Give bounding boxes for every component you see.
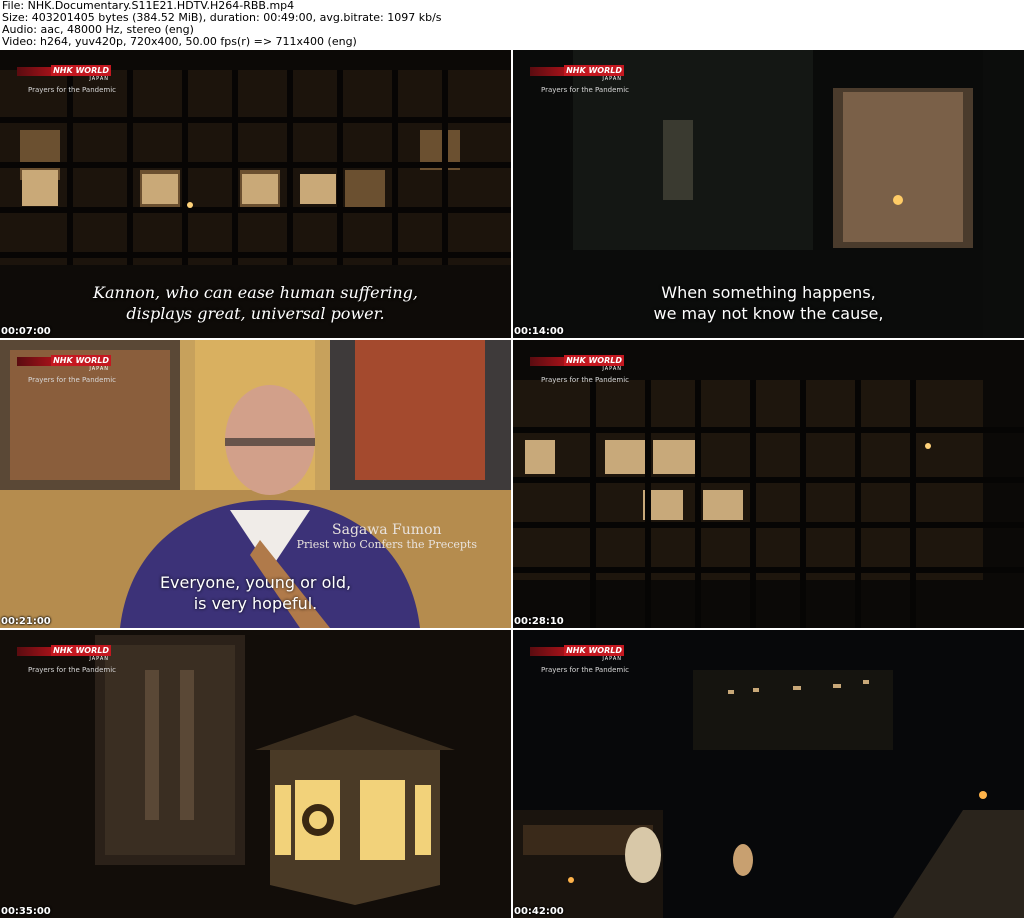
video-info-line: Video: h264, yuv420p, 720x400, 50.00 fps…: [2, 35, 357, 48]
frame-thumbnail[interactable]: NHK WORLD JAPAN Prayers for the Pandemic …: [0, 630, 511, 918]
nhk-world-logo: NHK WORLD JAPAN: [17, 65, 111, 82]
speaker-name: Sagawa Fumon: [332, 522, 442, 538]
nhk-world-logo: NHK WORLD JAPAN: [17, 355, 111, 372]
timestamp: 00:28:10: [514, 616, 564, 627]
timestamp: 00:14:00: [514, 326, 564, 337]
program-title: Prayers for the Pandemic: [28, 666, 117, 674]
nhk-world-logo: NHK WORLD JAPAN: [530, 645, 624, 662]
frame-thumbnail[interactable]: NHK WORLD JAPAN Prayers for the Pandemic …: [0, 340, 511, 628]
subtitle-line-1: When something happens,: [661, 283, 876, 302]
subtitle-line-2: we may not know the cause,: [653, 304, 884, 323]
timestamp: 00:42:00: [514, 906, 564, 917]
file-info-header: File: NHK.Documentary.S11E21.HDTV.H264-R…: [0, 0, 1024, 50]
speaker-caption: Sagawa Fumon Priest who Confers the Prec…: [297, 522, 477, 551]
timestamp: 00:07:00: [1, 326, 51, 337]
frame-thumbnail[interactable]: NHK WORLD JAPAN Prayers for the Pandemic …: [0, 50, 511, 338]
program-title: Prayers for the Pandemic: [541, 376, 630, 384]
thumbnail-grid: NHK WORLD JAPAN Prayers for the Pandemic …: [0, 50, 1024, 918]
nhk-world-logo: NHK WORLD JAPAN: [530, 65, 624, 82]
subtitle-line-2: is very hopeful.: [193, 594, 318, 613]
frame-thumbnail[interactable]: NHK WORLD JAPAN Prayers for the Pandemic …: [513, 630, 1024, 918]
frame-thumbnail[interactable]: NHK WORLD JAPAN Prayers for the Pandemic …: [513, 50, 1024, 338]
frame-thumbnail[interactable]: NHK WORLD JAPAN Prayers for the Pandemic …: [513, 340, 1024, 628]
program-title: Prayers for the Pandemic: [28, 86, 117, 94]
speaker-role: Priest who Confers the Precepts: [296, 538, 477, 551]
nhk-world-logo: NHK WORLD JAPAN: [17, 645, 111, 662]
timestamp: 00:21:00: [1, 616, 51, 627]
program-title: Prayers for the Pandemic: [28, 376, 117, 384]
subtitle-line-2: displays great, universal power.: [126, 304, 385, 323]
subtitle-line-1: Everyone, young or old,: [159, 573, 352, 592]
program-title: Prayers for the Pandemic: [541, 86, 630, 94]
nhk-world-logo: NHK WORLD JAPAN: [530, 355, 624, 372]
subtitle-line-1: Kannon, who can ease human suffering,: [92, 283, 419, 302]
timestamp: 00:35:00: [1, 906, 51, 917]
program-title: Prayers for the Pandemic: [541, 666, 630, 674]
